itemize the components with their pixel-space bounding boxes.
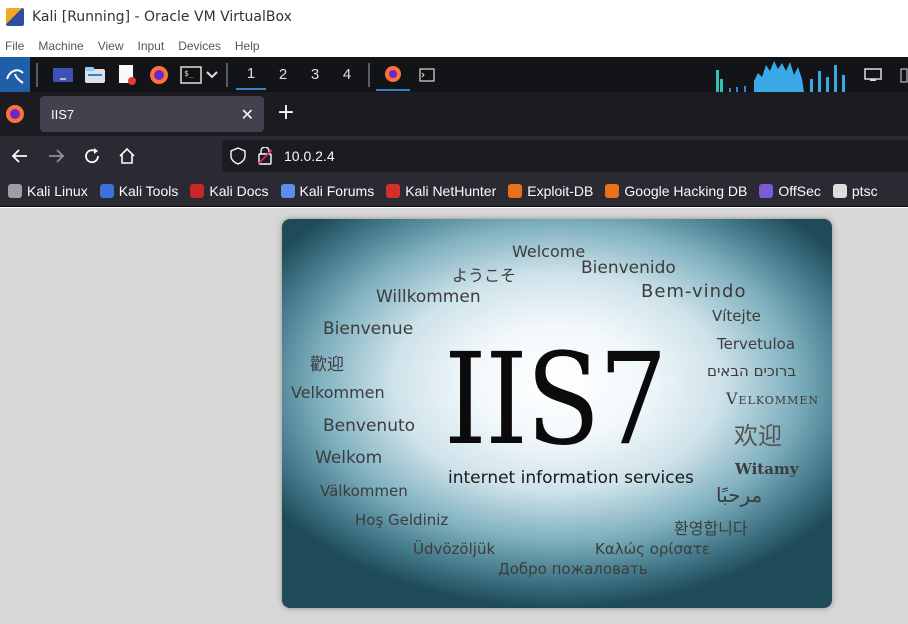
close-tab-icon[interactable]: ✕ <box>241 105 254 124</box>
welcome-et: Tervetuloa <box>717 335 796 353</box>
kali-forums-icon <box>280 184 295 198</box>
github-icon <box>832 184 847 198</box>
bookmark-offsec[interactable]: OffSec <box>759 183 821 199</box>
kali-dragon-icon <box>8 184 22 198</box>
bookmark-ptsc[interactable]: ptsc <box>832 183 878 199</box>
welcome-sv: Välkommen <box>320 482 408 500</box>
bookmark-google-hacking-db[interactable]: Google Hacking DB <box>605 183 747 199</box>
panel-separator <box>36 62 38 87</box>
offsec-icon <box>759 184 774 198</box>
bookmarks-toolbar: Kali Linux Kali Tools Kali Docs Kali For… <box>0 176 908 207</box>
shield-icon[interactable] <box>230 147 246 165</box>
menu-input[interactable]: Input <box>138 39 165 53</box>
bookmark-kali-tools[interactable]: Kali Tools <box>99 183 178 199</box>
bookmark-kali-linux[interactable]: Kali Linux <box>8 183 88 199</box>
kali-menu-icon[interactable] <box>0 57 30 92</box>
chevron-down-icon[interactable] <box>204 63 220 87</box>
welcome-pl: Witamy <box>735 460 799 478</box>
address-bar[interactable]: 10.0.2.4 <box>222 140 908 172</box>
menu-machine[interactable]: Machine <box>38 39 83 53</box>
insecure-lock-icon[interactable] <box>258 147 272 165</box>
exploit-db-icon <box>508 184 523 198</box>
workspace-4[interactable]: 4 <box>332 60 362 90</box>
display-icon[interactable] <box>860 63 886 87</box>
window-title: Kali [Running] - Oracle VM VirtualBox <box>32 9 292 25</box>
browser-nav-bar: 10.0.2.4 <box>0 136 908 176</box>
bookmark-kali-forums[interactable]: Kali Forums <box>280 183 374 199</box>
menu-file[interactable]: File <box>5 39 24 53</box>
bookmark-exploit-db[interactable]: Exploit-DB <box>508 183 593 199</box>
new-tab-button[interactable]: + <box>276 102 296 124</box>
tab-title: IIS7 <box>51 106 75 122</box>
welcome-ja: ようこそ <box>452 266 517 285</box>
file-manager-icon[interactable] <box>82 63 108 87</box>
back-icon[interactable] <box>8 144 32 168</box>
bookmark-kali-nethunter[interactable]: Kali NetHunter <box>386 183 496 199</box>
iis7-logo: IIS7 <box>444 326 668 473</box>
terminal-task-icon[interactable] <box>410 59 444 91</box>
welcome-zh-cn: 欢迎 <box>734 422 782 450</box>
firefox-view-icon[interactable] <box>4 103 28 125</box>
welcome-he: ברוכים הבאים <box>707 362 797 380</box>
menu-devices[interactable]: Devices <box>178 39 221 53</box>
welcome-el: Καλώς ορίσατε <box>595 540 711 558</box>
welcome-de: Willkommen <box>376 287 481 307</box>
browser-tab-strip: IIS7 ✕ + <box>0 92 908 136</box>
svg-text:$_: $_ <box>184 69 194 78</box>
text-editor-icon[interactable] <box>114 63 140 87</box>
nethunter-icon <box>386 184 401 198</box>
tab-iis7[interactable]: IIS7 ✕ <box>40 96 264 132</box>
welcome-no: Velkommen <box>726 389 820 408</box>
url-text: 10.0.2.4 <box>284 148 335 164</box>
workspace-3[interactable]: 3 <box>300 60 330 90</box>
kali-panel: $_ 1 2 3 4 <box>0 57 908 92</box>
welcome-ru: Добро пожаловать <box>498 560 648 578</box>
reload-icon[interactable] <box>80 144 104 168</box>
welcome-it: Benvenuto <box>323 416 416 436</box>
welcome-hu: Üdvözöljük <box>413 540 496 558</box>
page-content: Welcome ようこそ Bienvenido Willkommen Bem-v… <box>0 208 908 624</box>
bookmark-kali-docs[interactable]: Kali Docs <box>190 183 269 199</box>
welcome-ar: مرحبًا <box>716 483 763 507</box>
menu-view[interactable]: View <box>98 39 124 53</box>
kali-docs-icon <box>190 184 205 198</box>
iis7-welcome-image[interactable]: Welcome ようこそ Bienvenido Willkommen Bem-v… <box>282 219 832 608</box>
welcome-cs: Vítejte <box>712 307 761 325</box>
show-desktop-icon[interactable] <box>50 63 76 87</box>
menu-help[interactable]: Help <box>235 39 260 53</box>
workspace-2[interactable]: 2 <box>268 60 298 90</box>
forward-icon[interactable] <box>44 144 68 168</box>
ghdb-icon <box>605 184 620 198</box>
battery-icon[interactable] <box>900 63 908 87</box>
vbox-menu-bar: File Machine View Input Devices Help <box>0 34 908 57</box>
welcome-ko: 환영합니다 <box>674 519 748 538</box>
firefox-task-icon[interactable] <box>376 59 410 91</box>
panel-separator <box>226 62 228 87</box>
virtualbox-logo-icon <box>6 8 24 26</box>
welcome-en: Welcome <box>512 242 586 261</box>
welcome-da: Velkommen <box>291 383 385 402</box>
welcome-pt: Bem-vindo <box>641 281 747 302</box>
cpu-graph-icon <box>716 61 845 92</box>
welcome-fr: Bienvenue <box>323 319 414 339</box>
vbox-title-bar: Kali [Running] - Oracle VM VirtualBox <box>0 0 908 34</box>
firefox-launcher-icon[interactable] <box>146 63 172 87</box>
iis7-subtitle: internet information services <box>448 468 694 488</box>
kali-tools-icon <box>99 184 114 198</box>
welcome-nl: Welkom <box>315 448 383 468</box>
terminal-launcher-icon[interactable]: $_ <box>178 63 204 87</box>
home-icon[interactable] <box>115 144 139 168</box>
welcome-tr: Hoş Geldiniz <box>355 511 449 529</box>
welcome-zh-tw: 歡迎 <box>310 355 344 375</box>
welcome-es: Bienvenido <box>581 258 676 278</box>
workspace-1[interactable]: 1 <box>236 60 266 90</box>
panel-separator <box>368 62 370 87</box>
